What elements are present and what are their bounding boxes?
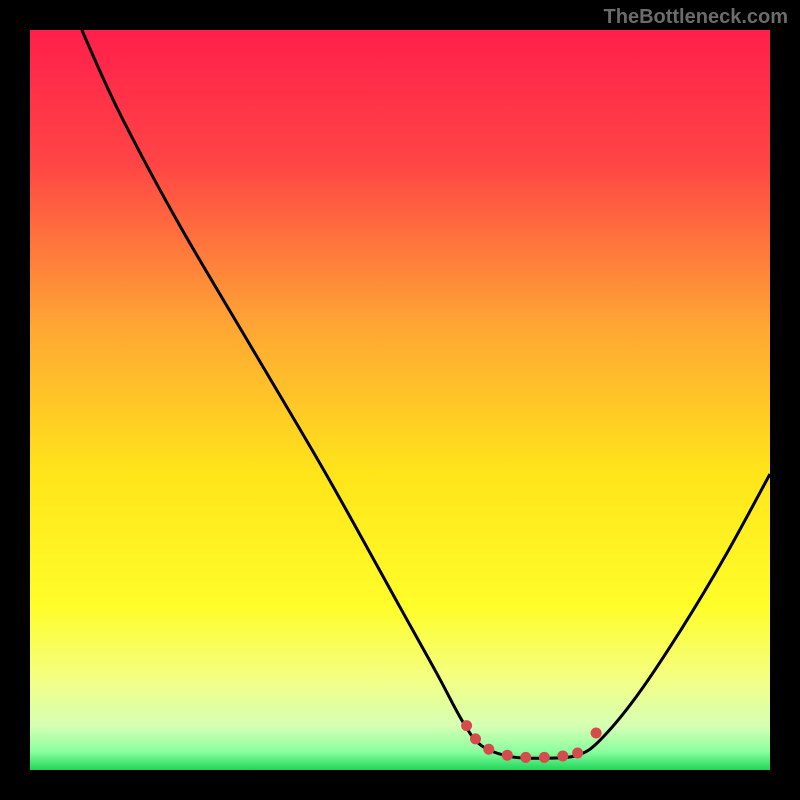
- watermark: TheBottleneck.com: [604, 6, 788, 29]
- data-marker: [572, 747, 583, 758]
- data-marker: [461, 720, 472, 731]
- data-marker: [483, 744, 494, 755]
- data-marker: [591, 728, 602, 739]
- data-marker: [502, 750, 513, 761]
- data-marker: [520, 752, 531, 763]
- chart-background: [30, 30, 770, 770]
- chart: [30, 30, 770, 770]
- data-marker: [557, 750, 568, 761]
- data-marker: [470, 733, 481, 744]
- data-marker: [539, 752, 550, 763]
- chart-canvas: [30, 30, 770, 770]
